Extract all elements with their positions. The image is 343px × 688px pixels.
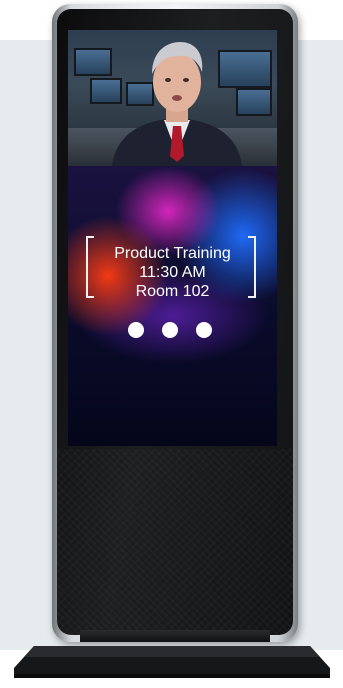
presenter-icon (112, 42, 242, 166)
kiosk-body-texture (57, 449, 293, 635)
promo-text: Product Training 11:30 AM Room 102 (68, 244, 277, 301)
promo-panel: Product Training 11:30 AM Room 102 (68, 166, 277, 446)
three-dots-indicator-icon (128, 322, 218, 340)
promo-room: Room 102 (135, 283, 210, 300)
dot-icon (162, 322, 178, 338)
kiosk-screen: Product Training 11:30 AM Room 102 (68, 30, 277, 446)
dot-icon (196, 322, 212, 338)
kiosk-photo: Product Training 11:30 AM Room 102 (0, 0, 343, 688)
promo-time: 11:30 AM (139, 264, 206, 281)
news-presenter-video-icon (68, 30, 277, 166)
kiosk-base (14, 646, 330, 678)
dot-icon (128, 322, 144, 338)
promo-title: Product Training (114, 245, 231, 262)
